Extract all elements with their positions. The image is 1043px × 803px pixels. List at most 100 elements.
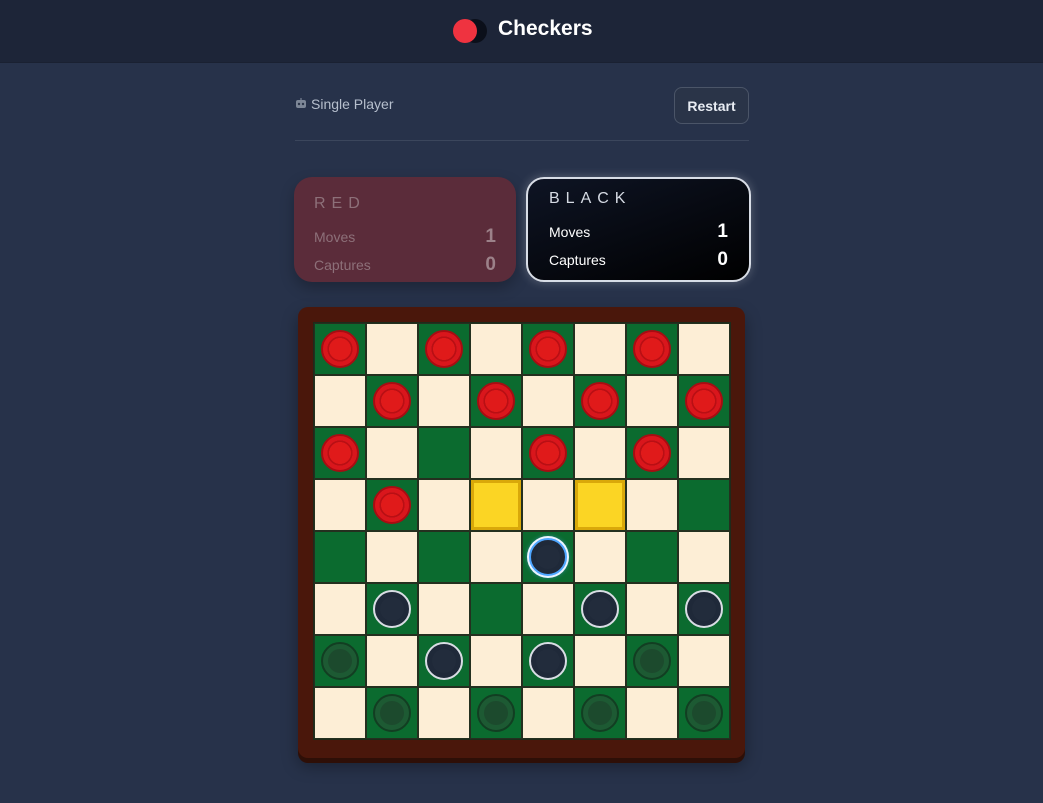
- empty-slot-marker: [477, 694, 515, 732]
- board-square[interactable]: [418, 531, 470, 583]
- board-square: [574, 323, 626, 375]
- board-square: [314, 375, 366, 427]
- board-square[interactable]: [574, 687, 626, 739]
- board-square[interactable]: [522, 427, 574, 479]
- selected-black-piece[interactable]: [529, 538, 567, 576]
- move-hint-square[interactable]: [574, 479, 626, 531]
- red-captures-label: Captures: [314, 257, 371, 273]
- board-square[interactable]: [470, 583, 522, 635]
- board-square[interactable]: [470, 375, 522, 427]
- board-square: [522, 583, 574, 635]
- board-square[interactable]: [574, 583, 626, 635]
- empty-slot-marker: [685, 694, 723, 732]
- board-square: [418, 583, 470, 635]
- board-square[interactable]: [366, 479, 418, 531]
- board-square: [418, 687, 470, 739]
- board-square: [626, 583, 678, 635]
- black-moves-row: Moves 1: [549, 218, 728, 246]
- red-piece[interactable]: [321, 330, 359, 368]
- board-square[interactable]: [314, 531, 366, 583]
- board-square: [418, 375, 470, 427]
- board-square[interactable]: [626, 427, 678, 479]
- board-square: [678, 635, 730, 687]
- board-square[interactable]: [314, 427, 366, 479]
- board-square[interactable]: [314, 635, 366, 687]
- board-square[interactable]: [418, 635, 470, 687]
- board-square[interactable]: [626, 531, 678, 583]
- red-piece[interactable]: [373, 486, 411, 524]
- black-captures-row: Captures 0: [549, 246, 728, 274]
- board-square: [314, 687, 366, 739]
- red-piece[interactable]: [633, 330, 671, 368]
- black-piece[interactable]: [373, 590, 411, 628]
- empty-slot-marker: [633, 642, 671, 680]
- board-square[interactable]: [678, 479, 730, 531]
- board-square[interactable]: [678, 583, 730, 635]
- board-square: [574, 635, 626, 687]
- board-square: [314, 583, 366, 635]
- empty-slot-marker: [373, 694, 411, 732]
- board-square[interactable]: [470, 687, 522, 739]
- board-square[interactable]: [626, 323, 678, 375]
- board-square: [574, 531, 626, 583]
- red-piece[interactable]: [529, 330, 567, 368]
- board-square[interactable]: [366, 687, 418, 739]
- red-captures-row: Captures 0: [314, 251, 496, 279]
- red-piece[interactable]: [581, 382, 619, 420]
- board-square: [366, 635, 418, 687]
- board-square[interactable]: [314, 323, 366, 375]
- red-piece[interactable]: [685, 382, 723, 420]
- red-player-name: RED: [314, 195, 366, 212]
- red-captures-value: 0: [485, 254, 496, 275]
- board-square[interactable]: [522, 635, 574, 687]
- board-square: [314, 479, 366, 531]
- move-hint-square[interactable]: [470, 479, 522, 531]
- board-square[interactable]: [626, 635, 678, 687]
- board-square: [574, 427, 626, 479]
- empty-slot-marker: [321, 642, 359, 680]
- board-square: [470, 635, 522, 687]
- restart-button[interactable]: Restart: [674, 87, 749, 124]
- board-square: [470, 531, 522, 583]
- board-square: [678, 427, 730, 479]
- game-mode-indicator: Single Player: [295, 96, 394, 112]
- app-title: Checkers: [498, 17, 593, 40]
- board-square: [626, 375, 678, 427]
- board-square[interactable]: [574, 375, 626, 427]
- board-square: [470, 323, 522, 375]
- red-piece[interactable]: [633, 434, 671, 472]
- board-square[interactable]: [678, 687, 730, 739]
- red-piece[interactable]: [373, 382, 411, 420]
- red-piece[interactable]: [321, 434, 359, 472]
- red-moves-row: Moves 1: [314, 223, 496, 251]
- red-piece[interactable]: [477, 382, 515, 420]
- board-square[interactable]: [418, 323, 470, 375]
- black-captures-value: 0: [717, 249, 728, 270]
- toolbar-divider: [295, 140, 749, 141]
- black-piece[interactable]: [685, 590, 723, 628]
- red-player-card: RED Moves 1 Captures 0: [294, 177, 516, 282]
- board-square: [522, 687, 574, 739]
- board-square: [418, 479, 470, 531]
- board-square[interactable]: [418, 427, 470, 479]
- black-captures-label: Captures: [549, 252, 606, 268]
- black-player-card: BLACK Moves 1 Captures 0: [526, 177, 751, 282]
- black-piece[interactable]: [581, 590, 619, 628]
- red-piece[interactable]: [425, 330, 463, 368]
- board-square[interactable]: [678, 375, 730, 427]
- black-piece[interactable]: [529, 642, 567, 680]
- red-moves-label: Moves: [314, 229, 356, 245]
- board-square[interactable]: [522, 531, 574, 583]
- black-piece[interactable]: [425, 642, 463, 680]
- board-square: [366, 531, 418, 583]
- board-square: [626, 687, 678, 739]
- board-square[interactable]: [366, 375, 418, 427]
- board-square[interactable]: [522, 323, 574, 375]
- board-square: [626, 479, 678, 531]
- logo-red-dot: [453, 19, 477, 43]
- board-square: [366, 427, 418, 479]
- board-square: [678, 323, 730, 375]
- red-piece[interactable]: [529, 434, 567, 472]
- board-square[interactable]: [366, 583, 418, 635]
- black-player-name: BLACK: [549, 190, 632, 207]
